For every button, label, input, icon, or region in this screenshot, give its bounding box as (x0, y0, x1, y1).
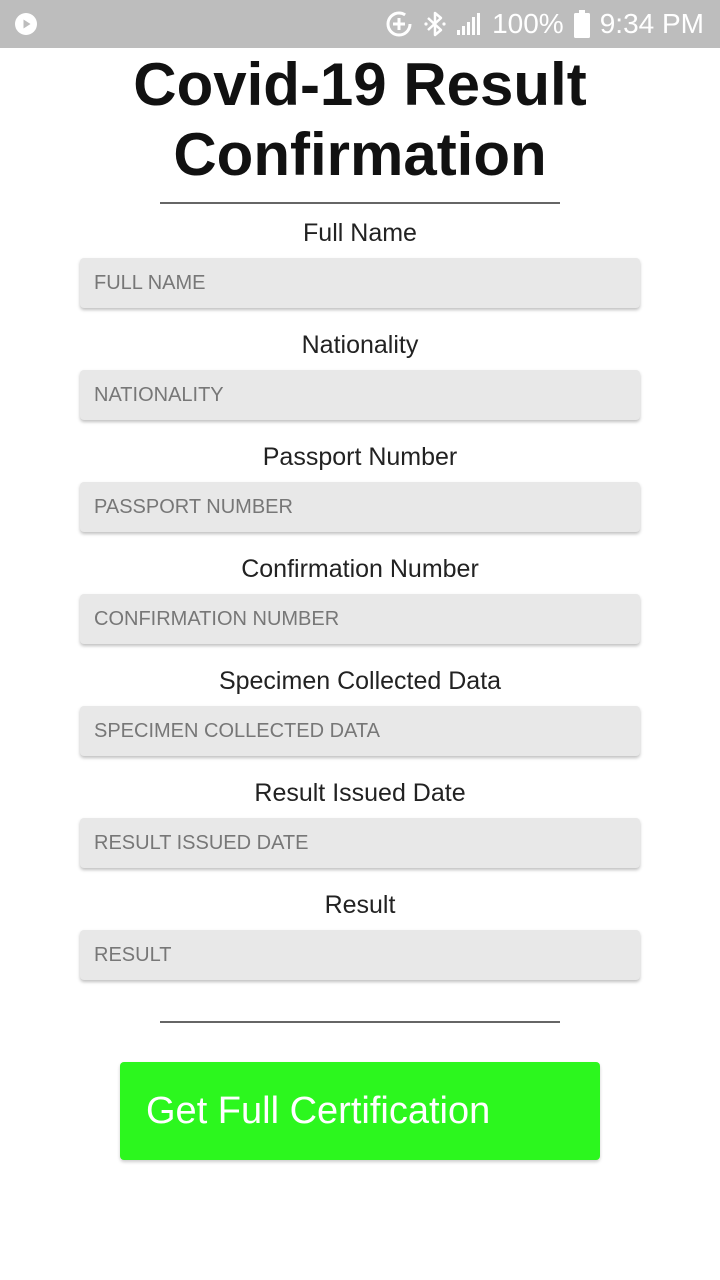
clock: 9:34 PM (599, 8, 704, 39)
data-saver-icon (386, 11, 412, 37)
confirmation-number-input[interactable] (80, 594, 640, 644)
confirmation-number-label: Confirmation Number (241, 555, 479, 583)
nationality-label: Nationality (301, 331, 419, 359)
result-input[interactable] (80, 930, 640, 980)
page-title-line-1: Covid-19 Result (133, 51, 587, 118)
passport-number-input[interactable] (80, 482, 640, 532)
signal-icon (457, 13, 481, 35)
status-bar: 100% 9:34 PM (0, 0, 720, 48)
nationality-input[interactable] (80, 370, 640, 420)
result-label: Result (324, 891, 396, 919)
battery-percent: 100% (492, 8, 564, 39)
page-title-line-2: Confirmation (173, 121, 547, 188)
play-notification-icon (15, 13, 37, 35)
bluetooth-icon (424, 11, 446, 37)
full-name-label: Full Name (303, 219, 417, 247)
get-full-certification-button[interactable]: Get Full Certification (120, 1062, 600, 1160)
result-issued-date-label: Result Issued Date (254, 779, 466, 807)
page-title: Covid-19 Result Confirmation (0, 50, 720, 190)
full-name-input[interactable] (80, 258, 640, 308)
passport-number-label: Passport Number (262, 443, 458, 471)
status-icons: 100% 9:34 PM (384, 0, 704, 48)
specimen-collected-input[interactable] (80, 706, 640, 756)
bottom-divider (160, 1021, 560, 1023)
specimen-collected-label: Specimen Collected Data (218, 667, 502, 695)
result-issued-date-input[interactable] (80, 818, 640, 868)
battery-icon (573, 10, 590, 38)
top-divider (160, 202, 560, 204)
